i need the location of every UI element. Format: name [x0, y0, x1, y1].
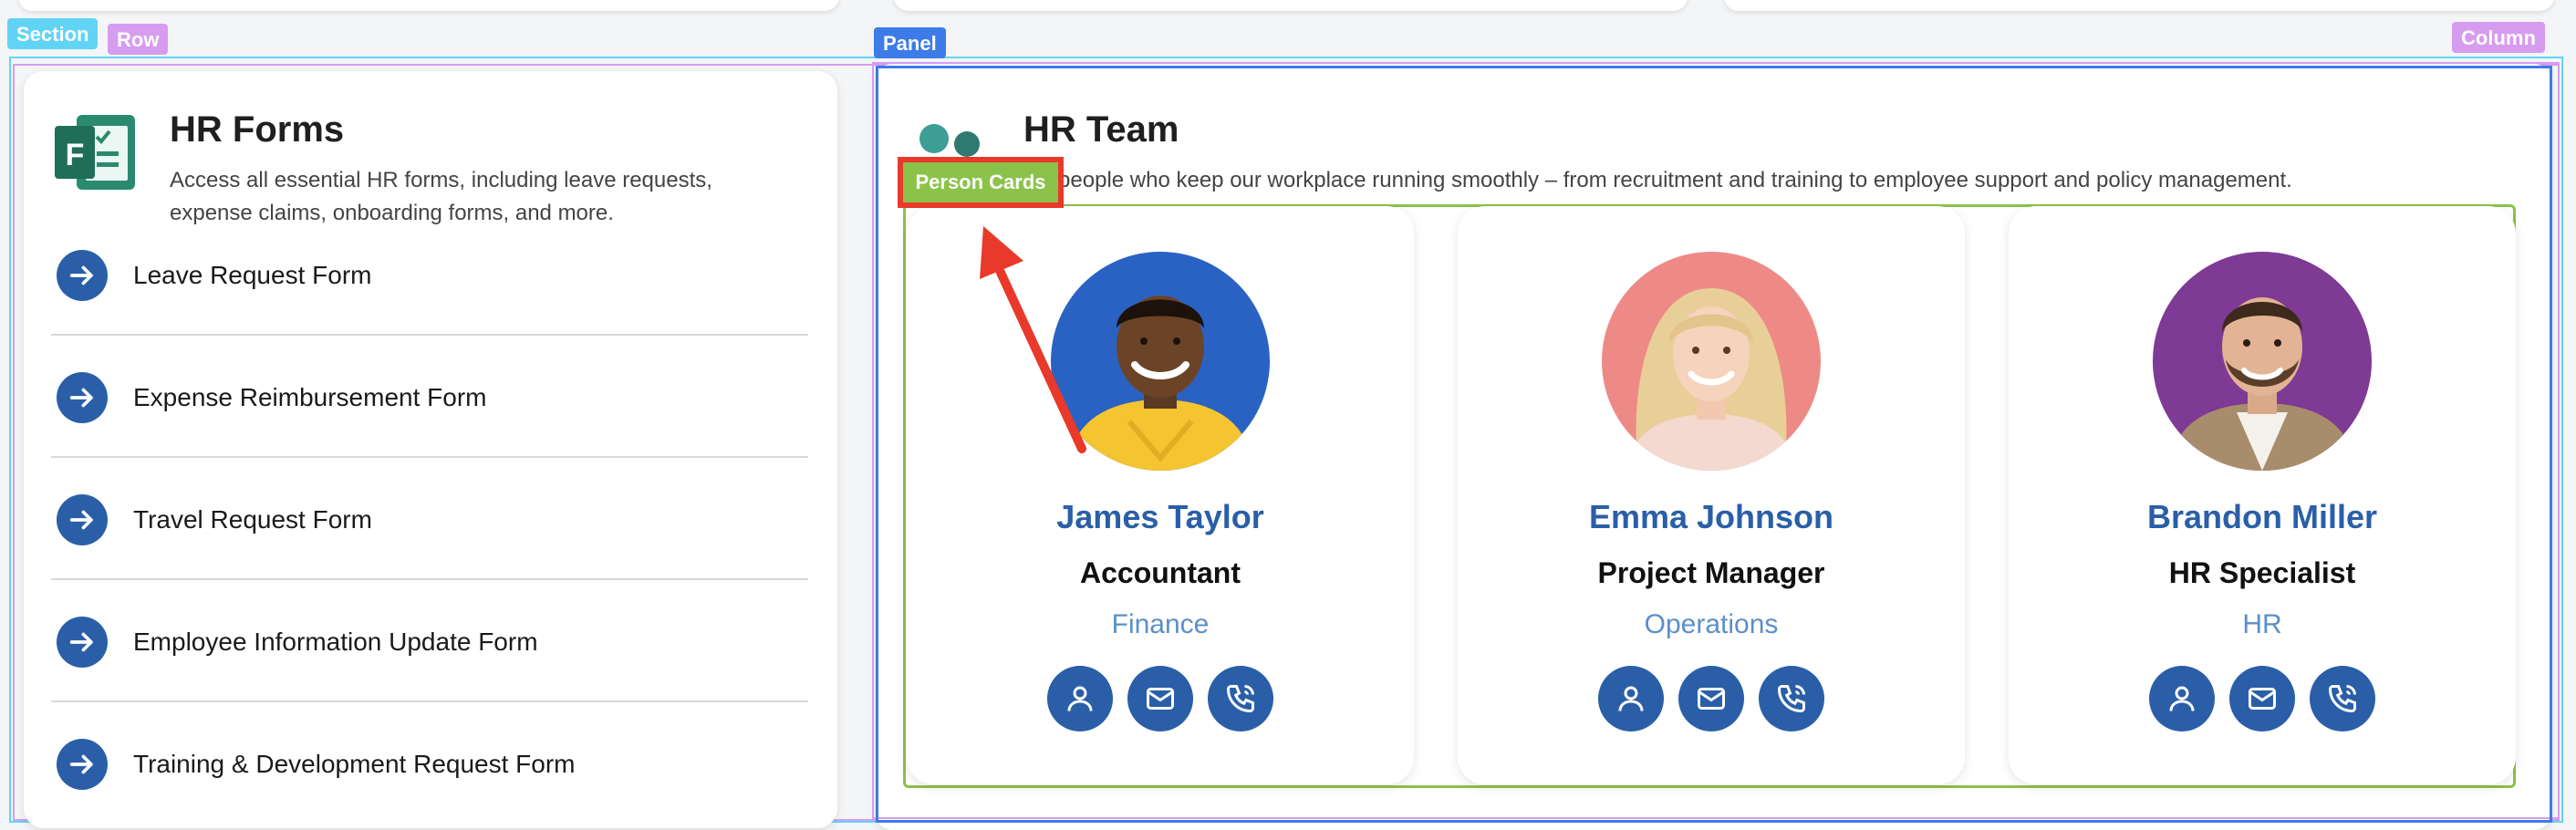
annotation-arrow: [980, 226, 1086, 453]
user-icon: [1618, 686, 1644, 711]
form-link-label: Training & Development Request Form: [133, 750, 576, 778]
form-link-employee-info-update[interactable]: Employee Information Update Form: [51, 582, 808, 702]
top-card-left: [18, 0, 839, 11]
call-button[interactable]: [1759, 666, 1824, 731]
person-department: Finance: [1111, 609, 1210, 639]
top-card-right: [1724, 0, 2554, 11]
person-department: HR: [2242, 609, 2282, 639]
divider: [51, 700, 808, 702]
hr-forms-title: HR Forms: [170, 109, 345, 150]
arrow-right-icon: [57, 617, 108, 668]
email-button[interactable]: [1127, 666, 1193, 731]
person-cards-tag: Person Cards: [903, 162, 1058, 202]
call-button[interactable]: [2310, 666, 2375, 731]
forms-document-icon: F: [55, 115, 135, 190]
phone-icon: [2328, 685, 2356, 713]
section-tag: Section: [7, 18, 99, 49]
person-name: Emma Johnson: [1588, 498, 1834, 535]
form-link-label: Leave Request Form: [133, 261, 372, 289]
profile-button[interactable]: [2149, 666, 2215, 731]
profile-button[interactable]: [1047, 666, 1113, 731]
hr-team-title: HR Team: [1023, 109, 1179, 150]
phone-icon: [1226, 685, 1254, 713]
person-role: Project Manager: [1597, 556, 1825, 589]
divider: [51, 334, 808, 336]
form-link-travel-request[interactable]: Travel Request Form: [51, 460, 808, 580]
email-button[interactable]: [2229, 666, 2295, 731]
divider: [51, 578, 808, 580]
mail-icon: [1147, 688, 1174, 710]
svg-text:F: F: [66, 138, 85, 172]
person-name: James Taylor: [1056, 498, 1264, 535]
column-tag: Column: [2452, 22, 2545, 53]
arrow-right-icon: [57, 250, 108, 301]
avatar: [2153, 252, 2372, 471]
form-link-training-development[interactable]: Training & Development Request Form: [51, 704, 808, 825]
panel-tag: Panel: [874, 27, 946, 58]
phone-icon: [1777, 685, 1805, 713]
person-card-brandon-miller: Brandon Miller HR Specialist HR: [2009, 206, 2516, 784]
top-card-middle: [894, 0, 1688, 11]
row-tag: Row: [108, 24, 169, 55]
email-button[interactable]: [1678, 666, 1744, 731]
person-role: HR Specialist: [2168, 556, 2356, 589]
arrow-right-icon: [57, 372, 108, 423]
person-actions: [907, 666, 1414, 731]
user-icon: [2169, 686, 2195, 711]
person-role: Accountant: [1080, 556, 1241, 589]
person-actions: [1458, 666, 1965, 731]
person-card-emma-johnson: Emma Johnson Project Manager Operations: [1458, 206, 1965, 784]
form-link-label: Travel Request Form: [133, 505, 372, 534]
arrow-right-icon: [57, 739, 108, 790]
form-link-label: Expense Reimbursement Form: [133, 383, 487, 411]
profile-button[interactable]: [1598, 666, 1664, 731]
person-name: Brandon Miller: [2146, 498, 2378, 535]
form-link-leave-request[interactable]: Leave Request Form: [51, 215, 808, 336]
mail-icon: [1698, 688, 1725, 710]
mail-icon: [2249, 688, 2276, 710]
form-link-expense-reimbursement[interactable]: Expense Reimbursement Form: [51, 337, 808, 458]
person-actions: [2009, 666, 2516, 731]
arrow-right-icon: [57, 494, 108, 545]
call-button[interactable]: [1208, 666, 1273, 731]
divider: [51, 456, 808, 458]
user-icon: [1067, 686, 1093, 711]
avatar: [1602, 252, 1821, 471]
hr-team-description: Meet the people who keep our workplace r…: [967, 168, 2292, 192]
form-link-label: Employee Information Update Form: [133, 628, 538, 656]
person-department: Operations: [1644, 609, 1779, 639]
